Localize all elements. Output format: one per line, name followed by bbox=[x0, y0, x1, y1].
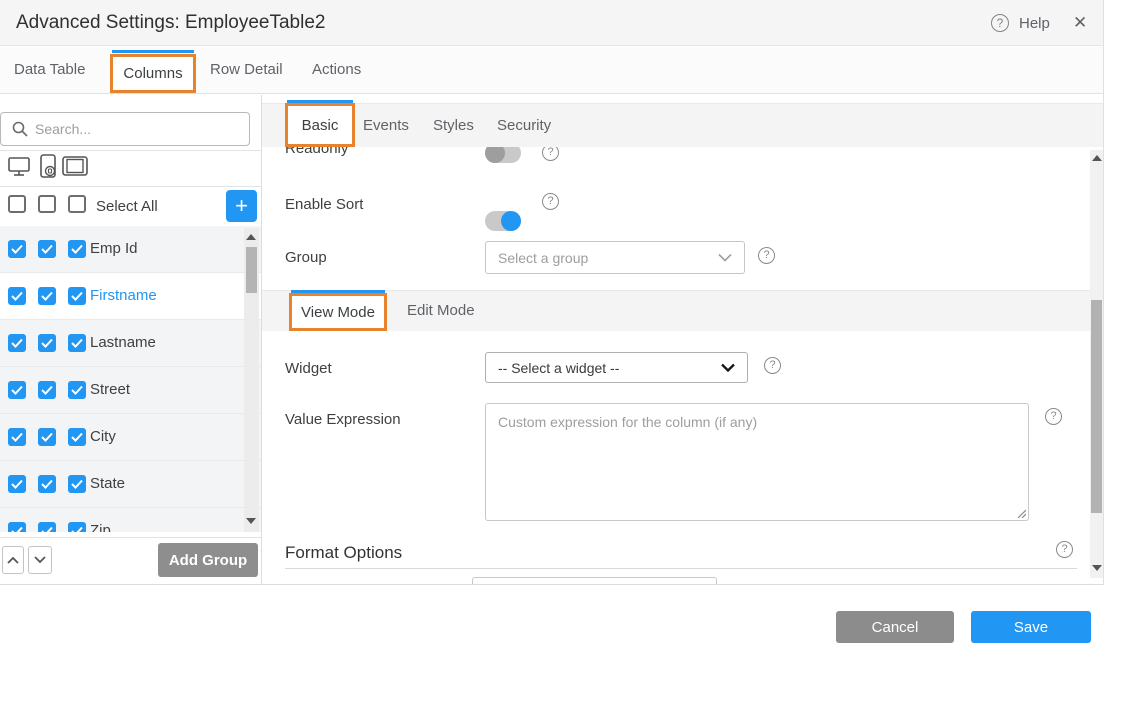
select-all-mobile-checkbox[interactable] bbox=[38, 195, 56, 213]
help-icon[interactable]: ? bbox=[991, 14, 1009, 32]
section-divider bbox=[285, 568, 1077, 569]
search-icon bbox=[12, 121, 28, 137]
format-field-partial[interactable] bbox=[472, 577, 717, 584]
desktop-checkbox[interactable] bbox=[8, 475, 26, 493]
tab-events[interactable]: Events bbox=[363, 117, 409, 134]
desktop-checkbox[interactable] bbox=[8, 381, 26, 399]
column-search[interactable] bbox=[0, 112, 250, 146]
cancel-button[interactable]: Cancel bbox=[836, 611, 954, 643]
sidebar-scrollbar[interactable] bbox=[244, 228, 259, 532]
column-row-zip[interactable]: Zip bbox=[0, 508, 261, 532]
widget-label: Widget bbox=[285, 360, 332, 377]
add-column-button[interactable]: + bbox=[226, 190, 257, 222]
tablet-checkbox[interactable] bbox=[68, 287, 86, 305]
mobile-checkbox[interactable] bbox=[38, 334, 56, 352]
chevron-down-icon bbox=[34, 556, 46, 564]
select-all-tablet-checkbox[interactable] bbox=[68, 195, 86, 213]
sidebar-scrollbar-thumb[interactable] bbox=[246, 247, 257, 293]
mobile-checkbox[interactable] bbox=[38, 240, 56, 258]
dialog-title: Advanced Settings: EmployeeTable2 bbox=[16, 0, 325, 46]
tablet-checkbox[interactable] bbox=[68, 381, 86, 399]
mobile-checkbox[interactable] bbox=[38, 428, 56, 446]
chevron-down-icon bbox=[718, 253, 732, 262]
group-label: Group bbox=[285, 249, 327, 266]
column-row-emp-id[interactable]: Emp Id bbox=[0, 226, 261, 273]
desktop-checkbox[interactable] bbox=[8, 428, 26, 446]
enable-sort-help-icon[interactable]: ? bbox=[542, 193, 559, 210]
main-scrollbar[interactable] bbox=[1090, 150, 1103, 578]
enable-sort-label: Enable Sort bbox=[285, 196, 363, 213]
group-help-icon[interactable]: ? bbox=[758, 247, 775, 264]
tablet-icon[interactable] bbox=[62, 156, 88, 176]
desktop-checkbox[interactable] bbox=[8, 240, 26, 258]
tab-columns-active[interactable]: Columns bbox=[110, 54, 196, 93]
column-row-city[interactable]: City bbox=[0, 414, 261, 461]
tab-basic-active[interactable]: Basic bbox=[285, 103, 355, 147]
format-options-heading: Format Options bbox=[285, 543, 402, 563]
advanced-settings-dialog: Advanced Settings: EmployeeTable2 ? Help… bbox=[0, 0, 1148, 717]
add-group-button[interactable]: Add Group bbox=[158, 543, 258, 577]
format-options-help-icon[interactable]: ? bbox=[1056, 541, 1073, 558]
widget-select[interactable]: -- Select a widget -- bbox=[485, 352, 748, 383]
main-scrollbar-thumb[interactable] bbox=[1091, 300, 1102, 513]
desktop-checkbox[interactable] bbox=[8, 287, 26, 305]
active-tab-indicator bbox=[112, 50, 194, 53]
mobile-checkbox[interactable] bbox=[38, 522, 56, 532]
settings-form: Readonly ? Enable Sort ? Group Select a … bbox=[262, 147, 1090, 584]
mobile-checkbox[interactable] bbox=[38, 287, 56, 305]
tablet-checkbox[interactable] bbox=[68, 428, 86, 446]
tablet-checkbox[interactable] bbox=[68, 522, 86, 532]
group-select[interactable]: Select a group bbox=[485, 241, 745, 274]
select-all-desktop-checkbox[interactable] bbox=[8, 195, 26, 213]
readonly-help-icon[interactable]: ? bbox=[542, 147, 559, 161]
scroll-up-arrow-icon[interactable] bbox=[1092, 155, 1102, 161]
enable-sort-toggle[interactable] bbox=[485, 211, 521, 231]
save-button[interactable]: Save bbox=[971, 611, 1091, 643]
value-expression-label: Value Expression bbox=[285, 411, 401, 428]
tab-edit-mode[interactable]: Edit Mode bbox=[407, 302, 475, 319]
readonly-toggle[interactable] bbox=[485, 147, 521, 163]
desktop-icon[interactable] bbox=[7, 154, 31, 178]
tab-actions[interactable]: Actions bbox=[312, 61, 361, 78]
column-row-state[interactable]: State bbox=[0, 461, 261, 508]
move-up-button[interactable] bbox=[2, 546, 24, 574]
desktop-checkbox[interactable] bbox=[8, 334, 26, 352]
select-all-label: Select All bbox=[96, 198, 158, 215]
tab-view-mode-active[interactable]: View Mode bbox=[289, 293, 387, 331]
resize-handle-icon[interactable] bbox=[1016, 508, 1026, 518]
mobile-checkbox[interactable] bbox=[38, 381, 56, 399]
help-button[interactable]: Help bbox=[1019, 15, 1050, 32]
widget-help-icon[interactable]: ? bbox=[764, 357, 781, 374]
move-down-button[interactable] bbox=[28, 546, 52, 574]
tablet-checkbox[interactable] bbox=[68, 240, 86, 258]
scroll-up-arrow-icon[interactable] bbox=[246, 234, 256, 240]
column-row-firstname[interactable]: Firstname bbox=[0, 273, 261, 320]
search-input[interactable] bbox=[0, 112, 250, 146]
value-expression-input[interactable] bbox=[485, 403, 1029, 521]
dialog-header: Advanced Settings: EmployeeTable2 ? Help… bbox=[0, 0, 1103, 46]
tab-row-detail[interactable]: Row Detail bbox=[210, 61, 283, 78]
desktop-checkbox[interactable] bbox=[8, 522, 26, 532]
column-row-lastname[interactable]: Lastname bbox=[0, 320, 261, 367]
tablet-checkbox[interactable] bbox=[68, 475, 86, 493]
tab-styles[interactable]: Styles bbox=[433, 117, 474, 134]
mobile-checkbox[interactable] bbox=[38, 475, 56, 493]
settings-tab-bar: Events Styles Security bbox=[262, 103, 1103, 147]
scroll-down-arrow-icon[interactable] bbox=[1092, 565, 1102, 571]
tab-data-table[interactable]: Data Table bbox=[14, 61, 85, 78]
value-expression-help-icon[interactable]: ? bbox=[1045, 408, 1062, 425]
scroll-down-arrow-icon[interactable] bbox=[246, 518, 256, 524]
close-icon[interactable]: ✕ bbox=[1073, 13, 1087, 33]
value-expression-field[interactable] bbox=[485, 403, 1029, 521]
readonly-label: Readonly bbox=[285, 147, 348, 157]
chevron-up-icon bbox=[7, 556, 19, 564]
tab-security[interactable]: Security bbox=[497, 117, 551, 134]
tablet-checkbox[interactable] bbox=[68, 334, 86, 352]
column-row-street[interactable]: Street bbox=[0, 367, 261, 414]
chevron-down-icon bbox=[721, 363, 735, 372]
mobile-icon[interactable] bbox=[37, 153, 59, 179]
column-list: Emp Id Firstname Lastname Street City bbox=[0, 226, 261, 532]
